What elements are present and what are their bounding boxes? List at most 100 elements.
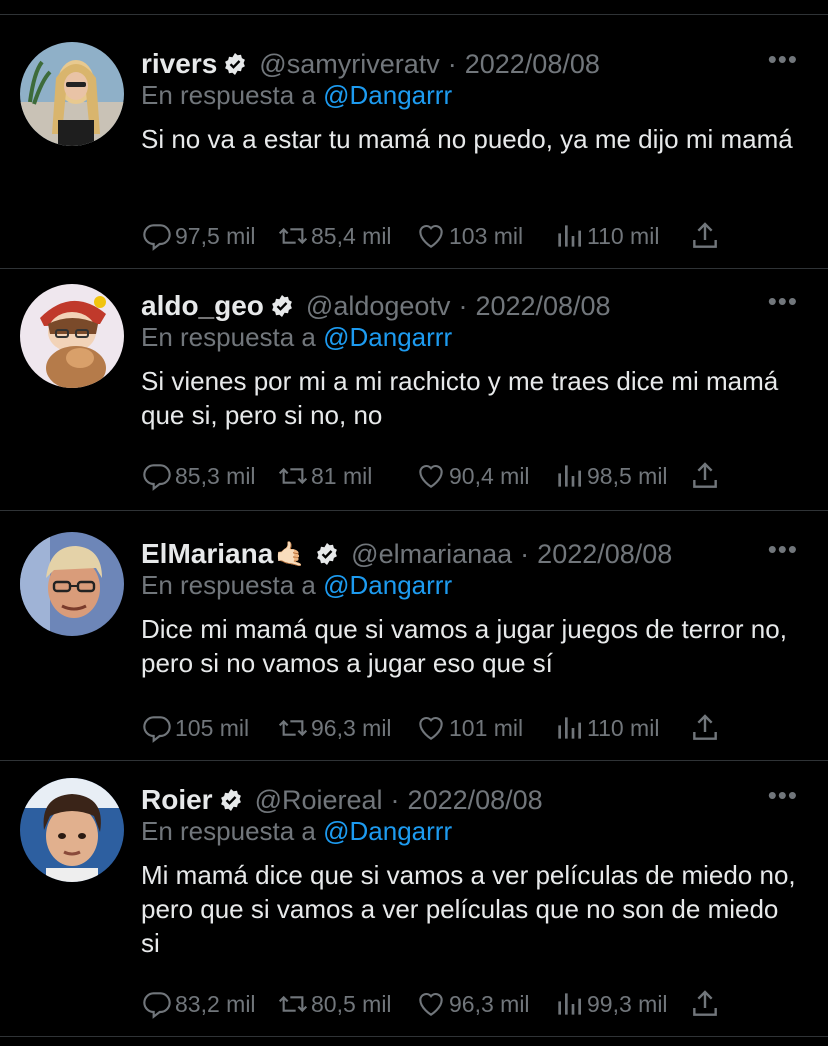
views-count: 110 mil [587, 714, 660, 741]
avatar-elmariana[interactable] [20, 532, 124, 636]
tweet-header: rivers @samyriveratv · 2022/08/08 [141, 46, 600, 82]
tweet-actions: 83,2 mil 80,5 mil 96,3 mil 99,3 mil [141, 986, 741, 1022]
like-button[interactable]: 103 mil [415, 218, 523, 254]
more-options-icon[interactable]: ••• [768, 534, 798, 565]
views-count: 99,3 mil [587, 990, 668, 1017]
tweet-elmariana[interactable]: ElMariana 🤙🏻 @elmarianaa · 2022/08/08 ••… [0, 504, 828, 760]
hand-emoji: 🤙🏻 [275, 540, 306, 568]
views-button[interactable]: 98,5 mil [553, 458, 668, 494]
retweet-icon [278, 467, 308, 485]
tweet-aldo-geo[interactable]: aldo_geo @aldogeotv · 2022/08/08 ••• En … [0, 256, 828, 510]
retweet-count: 80,5 mil [311, 990, 392, 1017]
reply-prefix: En respuesta a [141, 816, 316, 846]
divider-bottom [0, 1036, 828, 1037]
like-button[interactable]: 96,3 mil [415, 986, 530, 1022]
display-name[interactable]: aldo_geo [141, 290, 264, 322]
heart-icon [419, 716, 443, 740]
reply-button[interactable]: 105 mil [141, 710, 249, 746]
like-count: 90,4 mil [449, 462, 530, 489]
views-chart-icon [558, 993, 581, 1015]
reply-context: En respuesta a @Dangarrr [141, 570, 452, 601]
tweet-header: ElMariana 🤙🏻 @elmarianaa · 2022/08/08 [141, 536, 672, 572]
more-options-icon[interactable]: ••• [768, 780, 798, 811]
verified-badge-icon [272, 295, 292, 317]
retweet-count: 96,3 mil [311, 714, 392, 741]
tweet-header: aldo_geo @aldogeotv · 2022/08/08 [141, 288, 611, 324]
tweet-rivers[interactable]: rivers @samyriveratv · 2022/08/08 ••• En… [0, 14, 828, 268]
heart-icon [419, 464, 443, 488]
reply-mention[interactable]: @Dangarrr [323, 816, 452, 846]
like-button[interactable]: 101 mil [415, 710, 523, 746]
tweet-actions: 97,5 mil 85,4 mil 103 mil 110 mil [141, 218, 741, 254]
share-button[interactable] [689, 458, 721, 494]
tweet-date[interactable]: 2022/08/08 [408, 785, 543, 816]
user-handle[interactable]: @Roiereal [255, 785, 383, 816]
tweet-date[interactable]: 2022/08/08 [537, 539, 672, 570]
retweet-count: 85,4 mil [311, 222, 392, 249]
tweet-text: Si vienes por mi a mi rachicto y me trae… [141, 366, 779, 430]
views-count: 98,5 mil [587, 462, 668, 489]
retweet-count: 81 mil [311, 462, 373, 489]
views-button[interactable]: 110 mil [553, 218, 659, 254]
heart-icon [419, 224, 443, 248]
reply-mention[interactable]: @Dangarrr [323, 570, 452, 600]
heart-icon [419, 992, 443, 1016]
tweet-roier[interactable]: Roier @Roiereal · 2022/08/08 ••• En resp… [0, 750, 828, 1036]
retweet-icon [278, 227, 308, 245]
reply-mention[interactable]: @Dangarrr [323, 80, 452, 110]
retweet-button[interactable]: 80,5 mil [277, 986, 392, 1022]
share-button[interactable] [689, 986, 721, 1022]
display-name[interactable]: Roier [141, 784, 213, 816]
display-name[interactable]: rivers [141, 48, 217, 80]
user-handle[interactable]: @aldogeotv [306, 291, 451, 322]
reply-button[interactable]: 83,2 mil [141, 986, 256, 1022]
verified-badge-icon [220, 789, 241, 811]
views-button[interactable]: 110 mil [553, 710, 659, 746]
reply-icon [143, 224, 171, 251]
retweet-icon [278, 995, 308, 1013]
reply-count: 85,3 mil [175, 462, 256, 489]
display-name[interactable]: ElMariana [141, 538, 273, 570]
user-handle[interactable]: @samyriveratv [259, 49, 439, 80]
reply-button[interactable]: 97,5 mil [141, 218, 256, 254]
tweet-date[interactable]: 2022/08/08 [465, 49, 600, 80]
reply-icon [143, 992, 171, 1019]
separator-dot: · [520, 538, 530, 569]
retweet-button[interactable]: 96,3 mil [277, 710, 392, 746]
like-count: 101 mil [449, 714, 524, 741]
separator-dot: · [458, 290, 468, 321]
separator-dot: · [447, 48, 457, 79]
like-count: 103 mil [449, 222, 524, 249]
avatar-roier[interactable] [20, 778, 124, 882]
reply-context: En respuesta a @Dangarrr [141, 816, 452, 847]
retweet-button[interactable]: 81 mil [277, 458, 372, 494]
retweet-icon [278, 719, 308, 737]
more-options-icon[interactable]: ••• [768, 286, 798, 317]
reply-context: En respuesta a @Dangarrr [141, 80, 452, 111]
reply-prefix: En respuesta a [141, 80, 316, 110]
tweet-date[interactable]: 2022/08/08 [475, 291, 610, 322]
more-options-icon[interactable]: ••• [768, 44, 798, 75]
tweet-text: Dice mi mamá que si vamos a jugar juegos… [141, 614, 787, 678]
separator-dot: · [390, 784, 400, 815]
verified-badge-icon [225, 53, 246, 75]
share-icon [693, 462, 717, 488]
tweet-header: Roier @Roiereal · 2022/08/08 [141, 782, 543, 818]
views-button[interactable]: 99,3 mil [553, 986, 668, 1022]
avatar-aldo-geo[interactable] [20, 284, 124, 388]
retweet-button[interactable]: 85,4 mil [277, 218, 392, 254]
avatar-rivers[interactable] [20, 42, 124, 146]
tweet-text: Mi mamá dice que si vamos a ver película… [141, 860, 796, 958]
reply-count: 105 mil [175, 714, 250, 741]
like-button[interactable]: 90,4 mil [415, 458, 530, 494]
reply-mention[interactable]: @Dangarrr [323, 322, 452, 352]
share-button[interactable] [689, 710, 721, 746]
views-chart-icon [558, 225, 581, 247]
share-icon [693, 222, 717, 248]
user-handle[interactable]: @elmarianaa [351, 539, 512, 570]
reply-count: 97,5 mil [175, 222, 256, 249]
reply-button[interactable]: 85,3 mil [141, 458, 256, 494]
share-button[interactable] [689, 218, 721, 254]
views-chart-icon [558, 717, 581, 739]
tweet-actions: 105 mil 96,3 mil 101 mil 110 mil [141, 710, 741, 746]
